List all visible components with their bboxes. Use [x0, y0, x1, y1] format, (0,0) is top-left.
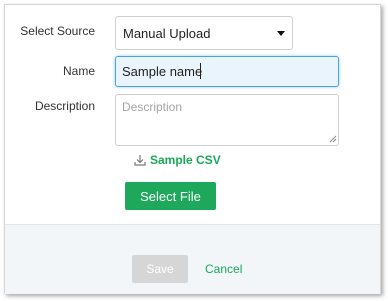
dialog-footer: Save Cancel — [5, 224, 380, 294]
source-label: Select Source — [20, 24, 95, 38]
download-icon — [134, 155, 146, 166]
source-select[interactable]: Manual Upload — [115, 16, 293, 50]
description-textarea[interactable] — [115, 94, 339, 146]
sample-csv-label: Sample CSV — [150, 153, 221, 167]
sample-csv-link[interactable]: Sample CSV — [134, 153, 221, 167]
source-select-value: Manual Upload — [123, 26, 211, 41]
resize-grip-icon[interactable] — [329, 135, 337, 143]
name-input[interactable] — [115, 56, 339, 87]
select-file-button[interactable]: Select File — [125, 182, 216, 210]
cancel-link[interactable]: Cancel — [205, 262, 242, 276]
name-label: Name — [62, 64, 95, 78]
text-cursor — [200, 63, 201, 79]
description-label: Description — [34, 99, 95, 113]
caret-down-icon — [277, 31, 285, 36]
upload-dialog: Select Source Manual Upload Name Descrip… — [4, 4, 381, 294]
save-button[interactable]: Save — [132, 255, 188, 283]
